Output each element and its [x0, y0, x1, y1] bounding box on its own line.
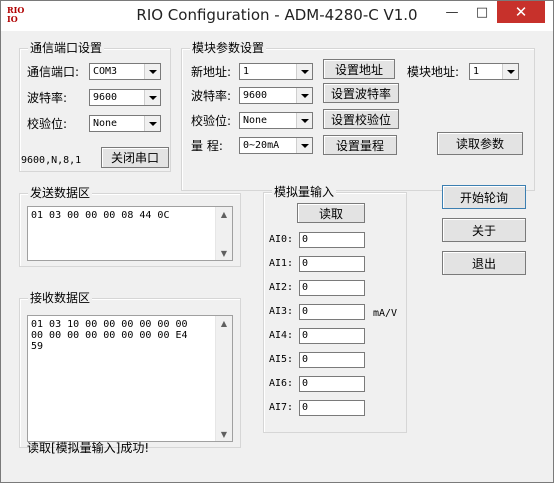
- about-button[interactable]: 关于: [442, 218, 526, 242]
- read-analog-button[interactable]: 读取: [297, 203, 365, 223]
- module-baud-value: 9600: [243, 90, 268, 101]
- chevron-down-icon[interactable]: [144, 90, 160, 105]
- scroll-up-icon[interactable]: ▲: [216, 207, 232, 221]
- ai0-field[interactable]: 0: [299, 232, 365, 248]
- minimize-icon: —: [445, 4, 459, 20]
- port-select-value: COM3: [93, 66, 118, 77]
- close-button[interactable]: ✕: [497, 1, 545, 23]
- module-address-select[interactable]: 1: [469, 63, 519, 80]
- comm-status-text: 9600,N,8,1: [21, 155, 82, 166]
- analog-group-title: 模拟量输入: [272, 185, 337, 199]
- ai6-field[interactable]: 0: [299, 376, 365, 392]
- receive-data-text: 01 03 10 00 00 00 00 00 00 00 00 00 00 0…: [31, 319, 188, 352]
- chevron-down-icon[interactable]: [144, 116, 160, 131]
- app-window: RIO IO RIO Configuration - ADM-4280-C V1…: [0, 0, 554, 483]
- chevron-down-icon[interactable]: [296, 64, 312, 79]
- module-parity-select[interactable]: None: [239, 112, 313, 129]
- range-label: 量 程:: [191, 139, 223, 153]
- send-data-textarea[interactable]: 01 03 00 00 00 08 44 0C ▲ ▼: [27, 206, 233, 261]
- scroll-up-icon[interactable]: ▲: [216, 316, 232, 330]
- start-polling-button[interactable]: 开始轮询: [442, 185, 526, 209]
- range-value: 0~20mA: [243, 140, 280, 151]
- ai3-label: AI3:: [269, 306, 294, 317]
- set-range-button[interactable]: 设置量程: [323, 135, 397, 155]
- receive-data-textarea[interactable]: 01 03 10 00 00 00 00 00 00 00 00 00 00 0…: [27, 315, 233, 442]
- minimize-button[interactable]: —: [437, 1, 467, 23]
- close-port-button[interactable]: 关闭串口: [101, 147, 169, 168]
- module-baud-select[interactable]: 9600: [239, 87, 313, 104]
- module-parity-label: 校验位:: [191, 114, 232, 128]
- ai2-label: AI2:: [269, 282, 294, 293]
- send-data-text: 01 03 00 00 00 08 44 0C: [31, 210, 170, 221]
- close-icon: ✕: [514, 3, 528, 21]
- ai7-label: AI7:: [269, 402, 294, 413]
- set-address-button[interactable]: 设置地址: [323, 59, 395, 79]
- chevron-down-icon[interactable]: [502, 64, 518, 79]
- module-parity-value: None: [243, 115, 268, 126]
- send-scrollbar[interactable]: ▲ ▼: [215, 207, 232, 260]
- scroll-down-icon[interactable]: ▼: [216, 427, 232, 441]
- send-group-title: 发送数据区: [28, 186, 93, 200]
- new-address-value: 1: [243, 66, 250, 77]
- comm-baud-select[interactable]: 9600: [89, 89, 161, 106]
- maximize-icon: □: [475, 4, 489, 20]
- port-select[interactable]: COM3: [89, 63, 161, 80]
- ai2-field[interactable]: 0: [299, 280, 365, 296]
- chevron-down-icon[interactable]: [296, 88, 312, 103]
- chevron-down-icon[interactable]: [296, 113, 312, 128]
- ai5-label: AI5:: [269, 354, 294, 365]
- module-baud-label: 波特率:: [191, 89, 232, 103]
- ai3-field[interactable]: 0: [299, 304, 365, 320]
- module-group-title: 模块参数设置: [190, 41, 267, 55]
- comm-parity-select-value: None: [93, 118, 118, 129]
- ai0-label: AI0:: [269, 234, 294, 245]
- comm-parity-select[interactable]: None: [89, 115, 161, 132]
- exit-button[interactable]: 退出: [442, 251, 526, 275]
- comm-baud-label: 波特率:: [27, 91, 68, 105]
- comm-baud-select-value: 9600: [93, 92, 118, 103]
- ai6-label: AI6:: [269, 378, 294, 389]
- new-address-label: 新地址:: [191, 65, 232, 79]
- port-label: 通信端口:: [27, 65, 80, 79]
- ai5-field[interactable]: 0: [299, 352, 365, 368]
- unit-label: mA/V: [373, 308, 398, 319]
- ai4-field[interactable]: 0: [299, 328, 365, 344]
- set-parity-button[interactable]: 设置校验位: [323, 109, 399, 129]
- ai7-field[interactable]: 0: [299, 400, 365, 416]
- maximize-button[interactable]: □: [467, 1, 497, 23]
- read-params-button[interactable]: 读取参数: [437, 132, 523, 155]
- set-baud-button[interactable]: 设置波特率: [323, 83, 399, 103]
- receive-group-title: 接收数据区: [28, 291, 93, 305]
- new-address-select[interactable]: 1: [239, 63, 313, 80]
- chevron-down-icon[interactable]: [296, 138, 312, 153]
- chevron-down-icon[interactable]: [144, 64, 160, 79]
- ai4-label: AI4:: [269, 330, 294, 341]
- comm-parity-label: 校验位:: [27, 117, 68, 131]
- ai1-field[interactable]: 0: [299, 256, 365, 272]
- status-message: 读取[模拟量输入]成功!: [27, 441, 150, 455]
- comm-group-title: 通信端口设置: [28, 41, 105, 55]
- client-area: 通信端口设置 通信端口: COM3 波特率: 9600 校验位: None 96…: [5, 31, 549, 478]
- ai1-label: AI1:: [269, 258, 294, 269]
- title-bar[interactable]: RIO IO RIO Configuration - ADM-4280-C V1…: [1, 1, 553, 31]
- range-select[interactable]: 0~20mA: [239, 137, 313, 154]
- module-address-label: 模块地址:: [407, 65, 460, 79]
- receive-scrollbar[interactable]: ▲ ▼: [215, 316, 232, 441]
- module-address-value: 1: [473, 66, 480, 77]
- scroll-down-icon[interactable]: ▼: [216, 246, 232, 260]
